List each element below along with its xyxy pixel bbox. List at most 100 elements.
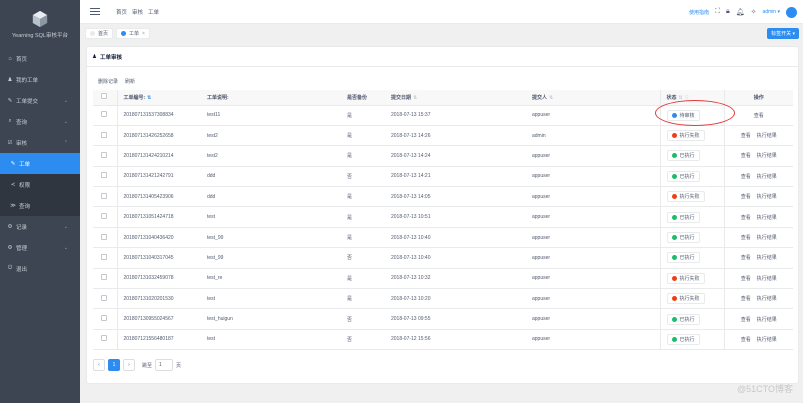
table-row[interactable]: 201807131405423906 ddd 是 2018-07-13 14:05 ap…: [93, 186, 793, 208]
refresh-button[interactable]: 刷新: [125, 78, 135, 85]
row-checkbox[interactable]: [93, 268, 118, 290]
row-checkbox[interactable]: [93, 166, 118, 188]
breadcrumb-item[interactable]: 工单: [148, 8, 159, 16]
view-link[interactable]: 查看: [741, 215, 751, 221]
col-submitter[interactable]: 提交人 ⇅: [526, 90, 660, 106]
sidebar-item-pencil[interactable]: ✎ 工单: [0, 153, 80, 174]
view-link[interactable]: 查看: [741, 235, 751, 241]
table-row[interactable]: 201807121556480187 test 否 2018-07-12 15:56 a…: [93, 329, 793, 351]
help-link[interactable]: 使用指南: [689, 9, 709, 16]
table-row[interactable]: 201807130955024567 test_huigun 否 2018-07-13…: [93, 308, 793, 330]
row-checkbox[interactable]: [93, 227, 118, 249]
delete-records-button[interactable]: 删除记录: [98, 78, 118, 85]
table-row[interactable]: 201807131032459078 test_re 是 2018-07-13 10:…: [93, 268, 793, 290]
fullscreen-icon[interactable]: ⛶: [715, 8, 720, 16]
cell-id: 201807131020201530: [117, 288, 201, 310]
cell-time: 2018-07-13 14:24: [385, 145, 526, 167]
row-checkbox[interactable]: [93, 308, 118, 330]
row-checkbox[interactable]: [93, 186, 118, 208]
exec-result-link[interactable]: 执行结果: [757, 255, 777, 261]
view-link[interactable]: 查看: [741, 337, 751, 343]
col-time[interactable]: 提交日期 ⇅: [385, 90, 526, 106]
user-menu[interactable]: admin ▾: [762, 9, 780, 15]
exec-result-link[interactable]: 执行结果: [757, 133, 777, 139]
sidebar-item-user[interactable]: ♟ 我的工单: [0, 69, 80, 90]
close-icon[interactable]: ×: [142, 31, 145, 37]
cell-op: 查看 执行结果: [723, 166, 793, 188]
sidebar-item-share[interactable]: ≺ 权限: [0, 174, 80, 195]
sort-icon[interactable]: ⇅: [147, 95, 151, 101]
status-badge: 执行失败: [666, 130, 705, 142]
col-id[interactable]: 工单编号: ⇅: [117, 90, 201, 106]
row-checkbox[interactable]: [93, 288, 118, 310]
exec-result-link[interactable]: 执行结果: [757, 194, 777, 200]
row-checkbox[interactable]: [93, 125, 118, 147]
home-icon: ⌂: [8, 55, 12, 62]
view-link[interactable]: 查看: [741, 317, 751, 323]
sort-icon[interactable]: ⇅: [413, 95, 417, 101]
cell-status: 已执行: [659, 166, 724, 188]
row-checkbox[interactable]: [93, 105, 118, 126]
sidebar-item-manage[interactable]: ⚙ 管理 ⌄: [0, 237, 80, 258]
breadcrumb-item[interactable]: 首页: [116, 8, 127, 16]
table-row[interactable]: 201807131040317045 test_99 否 2018-07-13 10:…: [93, 247, 793, 269]
theme-icon[interactable]: ✧: [751, 8, 757, 16]
tab-switch-button[interactable]: 标签开关 ▾: [767, 28, 799, 39]
exec-result-link[interactable]: 执行结果: [757, 174, 777, 180]
exec-result-link[interactable]: 执行结果: [757, 317, 777, 323]
table-row[interactable]: 201807131537308834 test11 是 2018-07-13 15:3…: [93, 105, 793, 126]
tab-item[interactable]: 工单 ×: [116, 28, 150, 39]
row-checkbox[interactable]: [93, 145, 118, 167]
logout-icon: ⏻: [7, 265, 13, 271]
view-link[interactable]: 查看: [741, 133, 751, 139]
exec-result-link[interactable]: 执行结果: [757, 296, 777, 302]
view-link[interactable]: 查看: [741, 276, 751, 282]
table-header-row: 工单编号: ⇅ 工单说明: 是否备份 提交日期 ⇅ 提交人 ⇅ 状态 ⇅ ▽ 操作: [93, 90, 793, 106]
sidebar-item-logout[interactable]: ⏻ 退出: [0, 258, 80, 279]
sidebar-item-home[interactable]: ⌂ 首页: [0, 48, 80, 69]
table-row[interactable]: 201807131020201530 test 是 2018-07-13 10:20 a…: [93, 288, 793, 310]
sidebar-item-search[interactable]: ⌕ 查询 ⌄: [0, 111, 80, 132]
filter-icon[interactable]: ▽: [685, 95, 689, 101]
view-link[interactable]: 查看: [741, 153, 751, 159]
view-link[interactable]: 查看: [741, 255, 751, 261]
table-row[interactable]: 201807131040436420 test_99 是 2018-07-13 10:…: [93, 227, 793, 249]
table-row[interactable]: 201807131421242791 ddd 否 2018-07-13 14:21 ap…: [93, 166, 793, 188]
avatar[interactable]: [786, 6, 797, 18]
exec-result-link[interactable]: 执行结果: [757, 337, 777, 343]
sort-icon[interactable]: ⇅: [549, 95, 553, 101]
exec-result-link[interactable]: 执行结果: [757, 235, 777, 241]
table-row[interactable]: 201807131426252658 test2 是 2018-07-13 14:26…: [93, 125, 793, 147]
view-link[interactable]: 查看: [741, 296, 751, 302]
page-1-button[interactable]: 1: [108, 359, 120, 371]
next-page-button[interactable]: ›: [123, 359, 135, 371]
sort-icon[interactable]: ⇅: [679, 95, 683, 101]
exec-result-link[interactable]: 执行结果: [757, 153, 777, 159]
select-all-checkbox[interactable]: [93, 90, 118, 106]
row-checkbox[interactable]: [93, 247, 118, 269]
exec-result-link[interactable]: 执行结果: [757, 276, 777, 282]
bell-icon[interactable]: 🔔︎: [736, 8, 745, 16]
breadcrumb-item[interactable]: 审核: [132, 8, 143, 16]
goto-page-input[interactable]: 1: [155, 359, 174, 371]
prev-page-button[interactable]: ‹: [93, 359, 105, 371]
sidebar-item-query[interactable]: ≫ 查询: [0, 195, 80, 216]
cell-backup: 是: [341, 268, 385, 290]
view-link[interactable]: 查看: [741, 174, 751, 180]
tab-item[interactable]: 首页: [85, 28, 114, 39]
col-status[interactable]: 状态 ⇅ ▽: [659, 90, 724, 106]
row-checkbox[interactable]: [93, 329, 118, 351]
view-link[interactable]: 查看: [754, 113, 764, 119]
exec-result-link[interactable]: 执行结果: [757, 215, 777, 221]
sidebar-item-record[interactable]: ⚙ 记录 ⌄: [0, 216, 80, 237]
cell-submitter: appuser: [526, 268, 660, 290]
table-row[interactable]: 201807131424210214 test2 是 2018-07-13 14:24…: [93, 145, 793, 167]
lock-icon[interactable]: 🔒︎: [726, 8, 730, 16]
sidebar-item-edit[interactable]: ✎ 工单提交 ⌄: [0, 90, 80, 111]
sidebar-item-audit[interactable]: ☑ 审核 ⌃: [0, 132, 80, 153]
view-link[interactable]: 查看: [741, 194, 751, 200]
top-header: 首页 审核 工单 使用指南 ⛶ 🔒︎ 🔔︎ ✧ admin ▾: [80, 0, 803, 24]
menu-toggle-icon[interactable]: [90, 7, 100, 16]
table-row[interactable]: 201807131051424718 test 是 2018-07-13 10:51 a…: [93, 206, 793, 228]
row-checkbox[interactable]: [93, 206, 118, 228]
